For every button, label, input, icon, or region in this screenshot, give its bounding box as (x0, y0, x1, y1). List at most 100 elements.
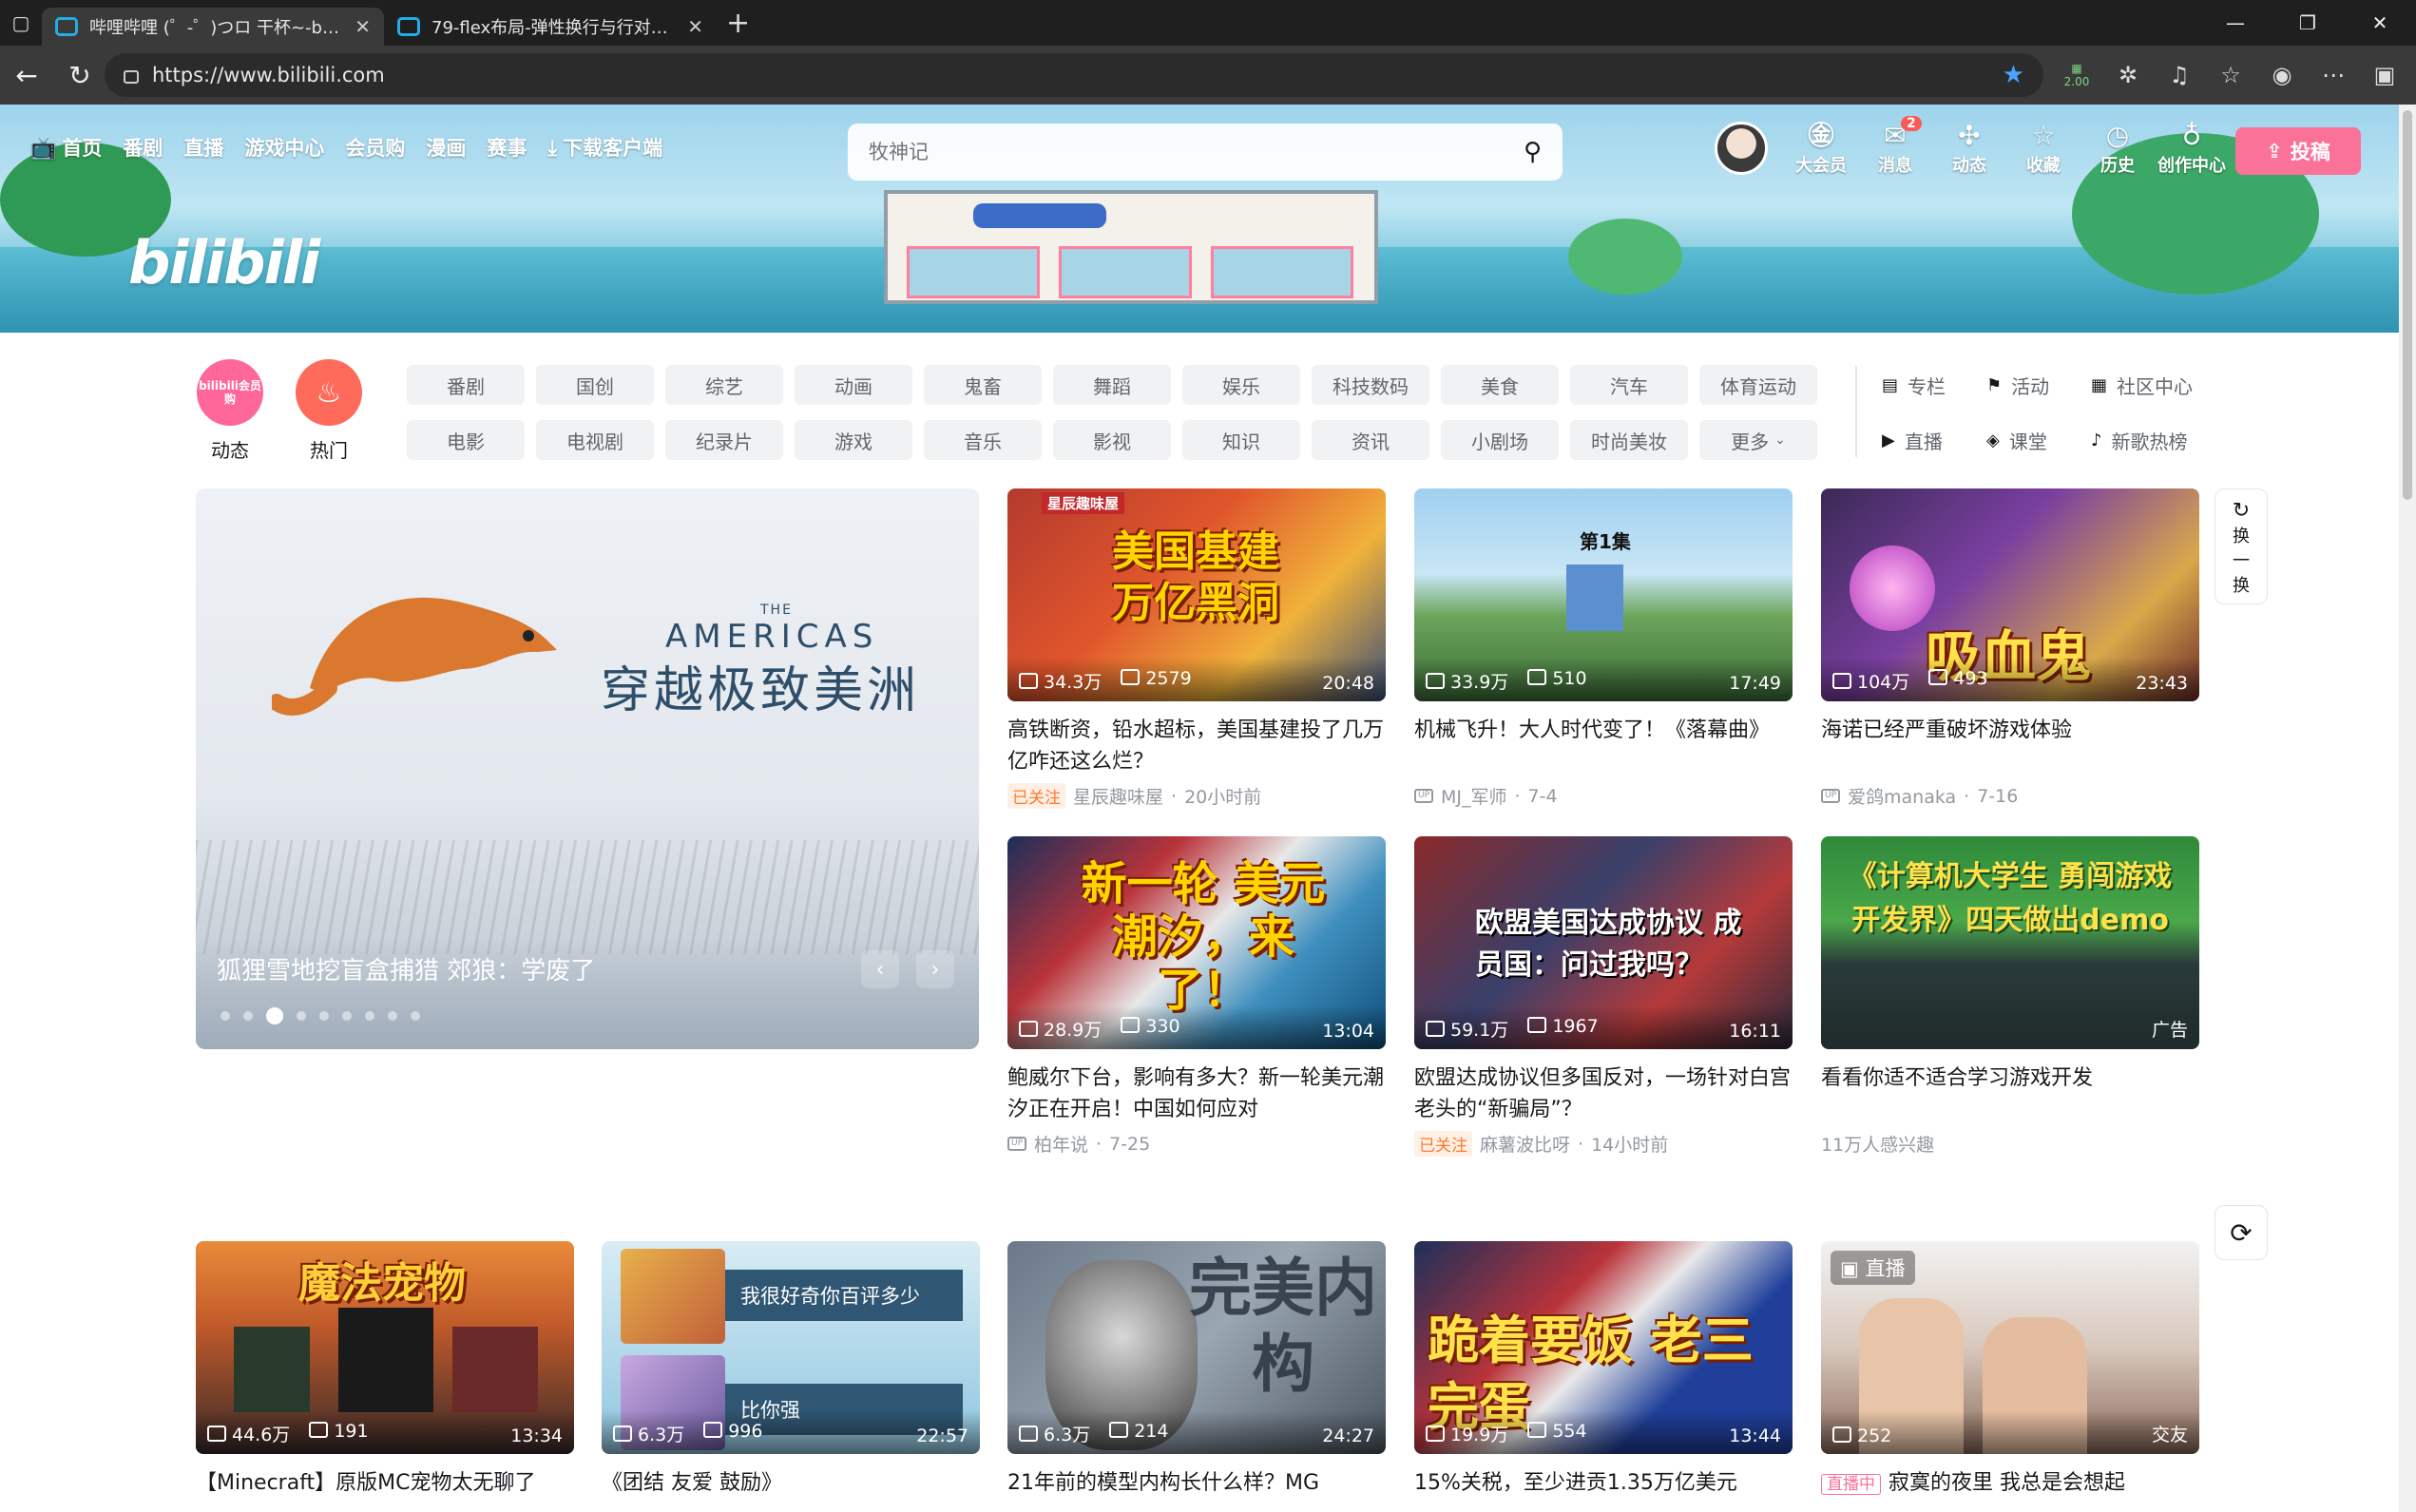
chip-variety[interactable]: 综艺 (665, 365, 783, 405)
chip-film[interactable]: 影视 (1053, 420, 1171, 460)
chip-game[interactable]: 游戏 (795, 420, 912, 460)
link-live[interactable]: ▶ 直播 (1882, 420, 1986, 460)
live-card[interactable]: ▣ 直播 252 交友 直播中 寂寞的夜里 我总是会想起 (1821, 1241, 2199, 1512)
chip-tv[interactable]: 电视剧 (536, 420, 654, 460)
nav-match[interactable]: 赛事 (487, 133, 527, 162)
video-author[interactable]: 爱鸽manaka (1848, 783, 1956, 809)
nav-game-center[interactable]: 游戏中心 (244, 133, 324, 162)
carousel-dot[interactable] (365, 1011, 374, 1021)
back-to-top-button[interactable]: ⟳ (2215, 1205, 2268, 1260)
video-card[interactable]: 吸血鬼 104万 493 23:43 海诺已经严重破坏游戏体验 UP 爱鸽manak… (1821, 488, 2199, 809)
carousel-dot[interactable] (388, 1011, 397, 1021)
chip-mini-theater[interactable]: 小剧场 (1441, 420, 1559, 460)
scrollbar-thumb[interactable] (2403, 110, 2412, 500)
refresh-feed-button[interactable]: ↻ 换 一 换 (2215, 488, 2268, 604)
video-title[interactable]: 鲍威尔下台，影响有多大？新一轮美元潮汐正在开启！中国如何应对 (1007, 1062, 1386, 1125)
video-thumbnail[interactable]: 欧盟美国达成协议 成员国：问过我吗？ 59.1万 1967 16:11 (1414, 836, 1793, 1049)
video-author[interactable]: 星辰趣味屋 (1073, 783, 1163, 809)
video-title[interactable]: 《团结 友爱 鼓励》 (602, 1467, 980, 1512)
carousel-next-icon[interactable]: › (916, 950, 954, 988)
video-thumbnail[interactable]: 第1集 33.9万 510 17:49 (1414, 488, 1793, 701)
chip-food[interactable]: 美食 (1441, 365, 1559, 405)
sidebar-icon[interactable]: ▣ (2363, 53, 2406, 97)
link-article[interactable]: ▤ 专栏 (1882, 365, 1986, 405)
search-icon[interactable]: ⚲ (1524, 138, 1542, 166)
carousel-title[interactable]: 狐狸雪地挖盲盒捕猎 郊狼：学废了 (217, 951, 595, 986)
carousel-dot[interactable] (266, 1007, 283, 1024)
favorite-button[interactable]: ☆ 收藏 (2009, 120, 2078, 177)
video-card[interactable]: 我很好奇你百评多少 比你强 6.3万996 22:57 《团结 友爱 鼓励》 (602, 1241, 980, 1512)
nav-home[interactable]: 📺 首页 (30, 133, 102, 162)
chip-news[interactable]: 资讯 (1312, 420, 1429, 460)
video-card[interactable]: 完美内构 6.3万 214 24:27 21年前的模型内构长什么样？MG (1007, 1241, 1386, 1512)
vip-button[interactable]: ㊎大会员 (1787, 120, 1855, 177)
extension-icon[interactable]: ▦ 2.00 (2055, 53, 2099, 97)
chip-fashion[interactable]: 时尚美妆 (1570, 420, 1688, 460)
link-class[interactable]: ◈ 课堂 (1986, 420, 2091, 460)
dynamic-label[interactable]: 动态 (192, 435, 268, 463)
video-thumbnail[interactable]: 完美内构 6.3万 214 24:27 (1007, 1241, 1386, 1454)
video-title[interactable]: 欧盟达成协议但多国反对，一场针对白宫老头的“新骗局”？ (1414, 1062, 1793, 1125)
video-card[interactable]: 魔法宠物 44.6万 191 13:34 【Minecraft】原版MC宠物太无聊… (196, 1241, 574, 1512)
chip-dance[interactable]: 舞蹈 (1053, 365, 1171, 405)
video-thumbnail[interactable]: 新一轮 美元潮汐，来了！ 28.9万 330 13:04 (1007, 836, 1386, 1049)
close-window-icon[interactable]: ✕ (2344, 0, 2416, 46)
video-card[interactable]: 星辰趣味屋 美国基建 万亿黑洞 34.3万 2579 20:48 高铁断资，铅水超… (1007, 488, 1386, 809)
video-thumbnail[interactable]: 吸血鬼 104万 493 23:43 (1821, 488, 2199, 701)
chip-kichiku[interactable]: 鬼畜 (924, 365, 1042, 405)
link-music-chart[interactable]: ♪ 新歌热榜 (2091, 420, 2234, 460)
message-button[interactable]: ✉ 2 消息 (1861, 116, 1929, 177)
dynamic-circle-icon[interactable]: bilibili会员购 (197, 359, 263, 426)
search-input[interactable] (869, 141, 1524, 163)
chip-more[interactable]: 更多 ⌄ (1699, 420, 1817, 460)
video-title[interactable]: 高铁断资，铅水超标，美国基建投了几万亿咋还这么烂？ (1007, 715, 1386, 777)
video-card[interactable]: 新一轮 美元潮汐，来了！ 28.9万 330 13:04 鲍威尔下台，影响有多大？… (1007, 836, 1386, 1157)
nav-live[interactable]: 直播 (183, 133, 223, 162)
carousel-dot[interactable] (297, 1011, 306, 1021)
video-author[interactable]: 柏年说 (1034, 1131, 1088, 1157)
chip-movie[interactable]: 电影 (407, 420, 525, 460)
window-menu-icon[interactable]: ▢ (0, 0, 42, 46)
media-icon[interactable]: ♫ (2157, 53, 2201, 97)
nav-manga[interactable]: 漫画 (426, 133, 466, 162)
restore-icon[interactable]: ❐ (2272, 0, 2344, 46)
chip-entertainment[interactable]: 娱乐 (1182, 365, 1300, 405)
video-thumbnail[interactable]: 星辰趣味屋 美国基建 万亿黑洞 34.3万 2579 20:48 (1007, 488, 1386, 701)
favorite-star-icon[interactable]: ★ (2003, 61, 2024, 89)
puzzle-icon[interactable]: ✲ (2106, 53, 2150, 97)
link-activity[interactable]: ⚑ 活动 (1986, 365, 2091, 405)
close-tab-icon[interactable]: ✕ (687, 15, 703, 38)
profile-icon[interactable]: ◉ (2260, 53, 2304, 97)
bilibili-logo[interactable]: bilibili (128, 228, 320, 297)
user-avatar[interactable] (1715, 122, 1768, 175)
carousel-prev-icon[interactable]: ‹ (861, 950, 899, 988)
video-title[interactable]: 15%关税，至少进贡1.35万亿美元 (1414, 1467, 1793, 1512)
close-tab-icon[interactable]: ✕ (355, 15, 371, 38)
chip-car[interactable]: 汽车 (1570, 365, 1688, 405)
video-author[interactable]: MJ_军师 (1441, 783, 1507, 809)
video-title[interactable]: 21年前的模型内构长什么样？MG (1007, 1467, 1386, 1512)
video-title[interactable]: 海诺已经严重破坏游戏体验 (1821, 715, 2199, 777)
favorites-icon[interactable]: ☆ (2209, 53, 2253, 97)
chip-sports[interactable]: 体育运动 (1699, 365, 1817, 405)
nav-bangumi[interactable]: 番剧 (123, 133, 163, 162)
tab-bilibili[interactable]: 哔哩哔哩 (゜-゜)つロ 干杯~-bilibili ✕ (42, 8, 384, 46)
new-tab-icon[interactable]: + (726, 7, 750, 40)
hot-flame-icon[interactable]: ♨ (296, 359, 362, 426)
reload-icon[interactable]: ↻ (53, 48, 106, 102)
nav-download[interactable]: ⤓ 下载客户端 (547, 133, 662, 162)
ad-title[interactable]: 看看你适不适合学习游戏开发 (1821, 1062, 2199, 1125)
dynamic-button[interactable]: ✣ 动态 (1935, 120, 2004, 177)
chip-music[interactable]: 音乐 (924, 420, 1042, 460)
chip-guochuang[interactable]: 国创 (536, 365, 654, 405)
ad-card[interactable]: 《计算机大学生 勇闯游戏开发界》四天做出demo 广告 看看你适不适合学习游戏开… (1821, 836, 2199, 1157)
minimize-icon[interactable]: — (2199, 0, 2272, 46)
carousel-dot[interactable] (342, 1011, 352, 1021)
video-thumbnail[interactable]: 跪着要饭 老三完蛋 19.9万 554 13:44 (1414, 1241, 1793, 1454)
address-bar[interactable]: https://www.bilibili.com ★ (105, 53, 2043, 97)
ad-thumbnail[interactable]: 《计算机大学生 勇闯游戏开发界》四天做出demo 广告 (1821, 836, 2199, 1049)
carousel-dot[interactable] (243, 1011, 253, 1021)
chip-bangumi[interactable]: 番剧 (407, 365, 525, 405)
back-icon[interactable]: ← (0, 48, 53, 102)
carousel-dot[interactable] (221, 1011, 230, 1021)
